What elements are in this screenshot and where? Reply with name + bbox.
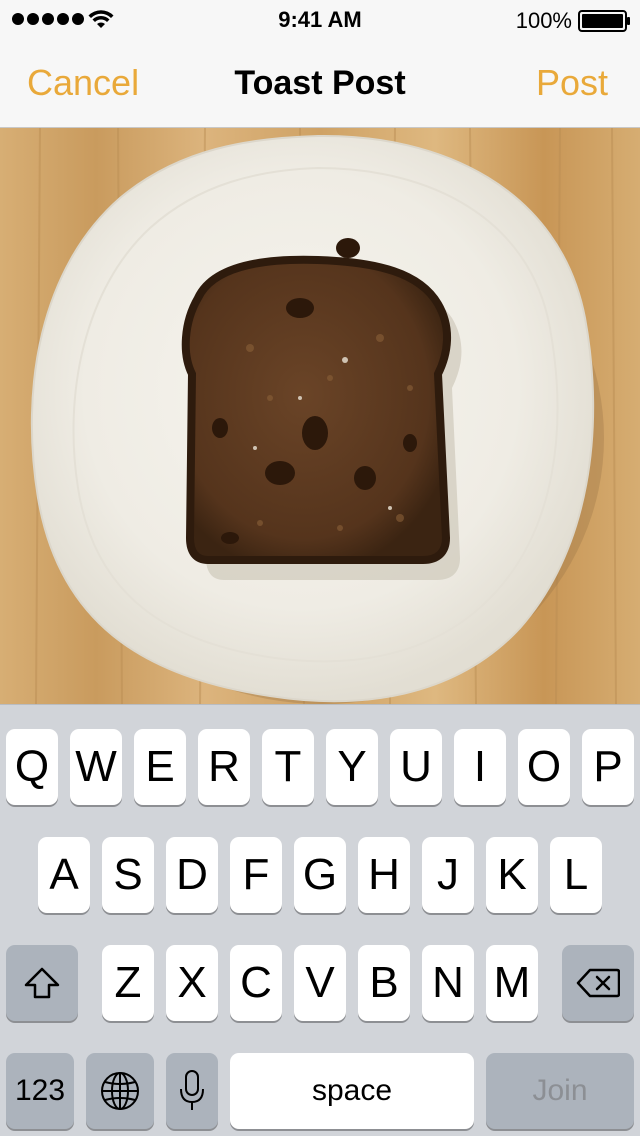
key-j[interactable]: J [422, 837, 474, 913]
space-key[interactable]: space [230, 1053, 474, 1129]
key-z[interactable]: Z [102, 945, 154, 1021]
key-o[interactable]: O [518, 729, 570, 805]
globe-icon [101, 1072, 139, 1110]
key-k[interactable]: K [486, 837, 538, 913]
globe-key[interactable] [86, 1053, 154, 1129]
dictation-key[interactable] [166, 1053, 218, 1129]
key-n[interactable]: N [422, 945, 474, 1021]
post-button[interactable]: Post [536, 62, 608, 104]
key-r[interactable]: R [198, 729, 250, 805]
key-p[interactable]: P [582, 729, 634, 805]
shift-icon [24, 967, 60, 999]
navigation-bar: Cancel Toast Post Post [0, 40, 640, 128]
key-h[interactable]: H [358, 837, 410, 913]
key-d[interactable]: D [166, 837, 218, 913]
key-e[interactable]: E [134, 729, 186, 805]
shift-key[interactable] [6, 945, 78, 1021]
status-bar: 9:41 AM 100% [0, 0, 640, 40]
key-c[interactable]: C [230, 945, 282, 1021]
backspace-icon [576, 968, 620, 998]
key-m[interactable]: M [486, 945, 538, 1021]
key-q[interactable]: Q [6, 729, 58, 805]
key-g[interactable]: G [294, 837, 346, 913]
cancel-button[interactable]: Cancel [27, 62, 139, 104]
toast-slice [181, 255, 452, 564]
battery-percent: 100% [515, 8, 572, 33]
key-y[interactable]: Y [326, 729, 378, 805]
microphone-icon [180, 1070, 204, 1110]
keyboard: Q W E R T Y U I O P A S D F G H J K L Z … [0, 704, 640, 1136]
key-a[interactable]: A [38, 837, 90, 913]
toast-photo [0, 128, 640, 704]
key-v[interactable]: V [294, 945, 346, 1021]
key-f[interactable]: F [230, 837, 282, 913]
key-u[interactable]: U [390, 729, 442, 805]
key-b[interactable]: B [358, 945, 410, 1021]
join-key[interactable]: Join [486, 1053, 634, 1129]
delete-key[interactable] [562, 945, 634, 1021]
numbers-key[interactable]: 123 [6, 1053, 74, 1129]
key-i[interactable]: I [454, 729, 506, 805]
key-s[interactable]: S [102, 837, 154, 913]
key-l[interactable]: L [550, 837, 602, 913]
battery-icon [578, 10, 630, 32]
key-t[interactable]: T [262, 729, 314, 805]
key-x[interactable]: X [166, 945, 218, 1021]
key-w[interactable]: W [70, 729, 122, 805]
